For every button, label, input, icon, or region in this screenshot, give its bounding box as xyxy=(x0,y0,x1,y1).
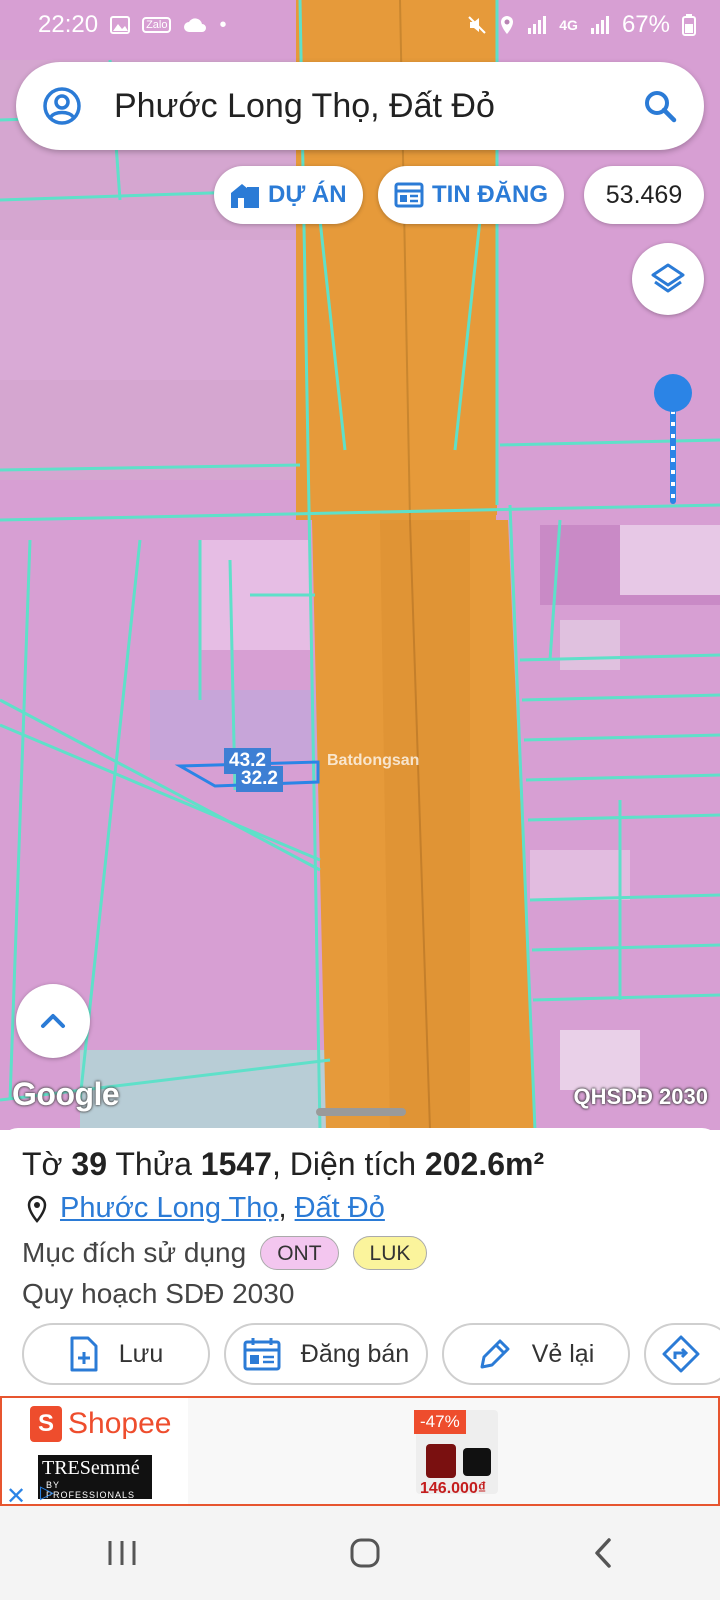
network-type: 4G xyxy=(559,17,578,33)
account-icon[interactable] xyxy=(42,86,82,126)
save-button-label: Lưu xyxy=(118,1339,164,1368)
product-jar-black xyxy=(463,1448,491,1476)
gallery-icon xyxy=(110,16,131,34)
listings-chip-label: TIN ĐĂNG xyxy=(432,181,548,208)
slider-handle[interactable] xyxy=(654,374,692,412)
status-time: 22:20 xyxy=(38,11,99,38)
sheet-number: 39 xyxy=(71,1146,108,1182)
land-use-purpose: Mục đích sử dụng ONT LUK xyxy=(22,1236,428,1270)
battery-icon xyxy=(682,14,696,36)
search-location-text[interactable]: Phước Long Thọ, Đất Đỏ xyxy=(114,87,642,126)
opacity-slider[interactable] xyxy=(652,370,692,506)
dot-icon: • xyxy=(219,13,227,36)
layers-icon xyxy=(651,263,685,293)
search-icon[interactable] xyxy=(642,88,678,124)
directions-icon xyxy=(662,1335,700,1373)
cloud-icon xyxy=(183,17,207,33)
discount-badge: -47% xyxy=(414,1410,466,1434)
post-sale-button-label: Đăng bán xyxy=(300,1339,410,1368)
google-logo: Google xyxy=(12,1076,120,1112)
projects-chip[interactable]: DỰ ÁN xyxy=(214,166,363,224)
product-price: 146.000₫ xyxy=(420,1480,487,1497)
status-bar: 22:20 Zalo • 4G 67% xyxy=(0,0,720,50)
sheet-drag-handle[interactable] xyxy=(316,1108,406,1116)
home-icon[interactable] xyxy=(348,1536,382,1570)
ad-choices-icon[interactable]: ▷ xyxy=(40,1482,54,1503)
listing-count: 53.469 xyxy=(605,180,683,209)
ad-product-area[interactable]: -47% 146.000₫ xyxy=(188,1398,718,1504)
layer-label: QHSDĐ 2030 xyxy=(573,1084,708,1109)
system-nav-bar xyxy=(0,1506,720,1600)
layers-button[interactable] xyxy=(632,243,704,315)
mute-icon xyxy=(467,15,487,35)
calendar-listing-icon xyxy=(243,1338,281,1371)
plot-number: 1547 xyxy=(200,1146,272,1182)
directions-button[interactable] xyxy=(644,1323,720,1385)
watermark-text: Batdongsan xyxy=(327,752,420,769)
redraw-button[interactable]: Vẻ lại xyxy=(442,1323,630,1385)
redraw-button-label: Vẻ lại xyxy=(531,1339,595,1368)
parcel-info-sheet: Tờ 39 Thửa 1547, Diện tích 202.6m² Phước… xyxy=(0,1108,720,1398)
recent-apps-icon[interactable] xyxy=(105,1538,139,1568)
tag-luk[interactable]: LUK xyxy=(352,1236,428,1270)
ad-banner[interactable]: S Shopee TRESemmé BY PROFESSIONALS ✕ ▷ -… xyxy=(0,1396,720,1506)
district-link[interactable]: Đất Đỏ xyxy=(295,1192,385,1224)
post-sale-button[interactable]: Đăng bán xyxy=(224,1323,428,1385)
listing-count-chip[interactable]: 53.469 xyxy=(584,166,704,224)
plot-label: Thửa xyxy=(115,1146,192,1182)
ward-link[interactable]: Phước Long Thọ xyxy=(60,1192,278,1224)
product-brand-sub: BY PROFESSIONALS xyxy=(46,1480,136,1500)
planning-label: Quy hoạch SDĐ 2030 xyxy=(22,1278,295,1309)
parcel-title: Tờ 39 Thửa 1547, Diện tích 202.6m² xyxy=(22,1146,545,1182)
sheet-label: Tờ xyxy=(22,1146,63,1182)
building-icon xyxy=(231,184,259,208)
parcel-location: Phước Long Thọ, Đất Đỏ xyxy=(26,1192,385,1225)
shopee-brand-text: Shopee xyxy=(68,1407,172,1440)
listings-chip[interactable]: TIN ĐĂNG xyxy=(378,166,564,224)
ad-brand-area[interactable]: S Shopee TRESemmé BY PROFESSIONALS ✕ ▷ xyxy=(2,1398,188,1504)
product-jar-red xyxy=(426,1444,456,1478)
shopee-bag-icon: S xyxy=(30,1406,62,1442)
signal-icon-2 xyxy=(590,16,610,34)
location-separator: , xyxy=(278,1192,287,1224)
location-icon xyxy=(499,15,515,35)
measure-label-bottom: 32.2 xyxy=(236,766,283,792)
back-icon[interactable] xyxy=(591,1537,615,1569)
pen-icon xyxy=(480,1339,510,1369)
slider-dots xyxy=(671,410,675,500)
shopee-logo[interactable]: S Shopee xyxy=(30,1406,171,1442)
ad-close-icon[interactable]: ✕ xyxy=(6,1482,26,1504)
tag-ont[interactable]: ONT xyxy=(260,1236,339,1270)
area-label: Diện tích xyxy=(289,1146,417,1182)
purpose-label: Mục đích sử dụng xyxy=(22,1237,247,1268)
signal-icon xyxy=(527,16,547,34)
battery-percent: 67% xyxy=(621,11,670,38)
add-file-icon xyxy=(70,1336,98,1372)
tresemme-logo[interactable]: TRESemmé BY PROFESSIONALS xyxy=(38,1455,152,1500)
chevron-up-icon xyxy=(41,1014,65,1028)
pin-icon xyxy=(27,1195,47,1223)
listing-icon xyxy=(394,182,424,208)
projects-chip-label: DỰ ÁN xyxy=(268,181,347,208)
zalo-icon: Zalo xyxy=(142,17,172,33)
area-value: 202.6m² xyxy=(424,1146,545,1182)
product-brand: TRESemmé xyxy=(42,1457,140,1479)
expand-up-button[interactable] xyxy=(16,984,90,1058)
search-bar[interactable]: Phước Long Thọ, Đất Đỏ xyxy=(16,62,704,150)
save-button[interactable]: Lưu xyxy=(22,1323,210,1385)
